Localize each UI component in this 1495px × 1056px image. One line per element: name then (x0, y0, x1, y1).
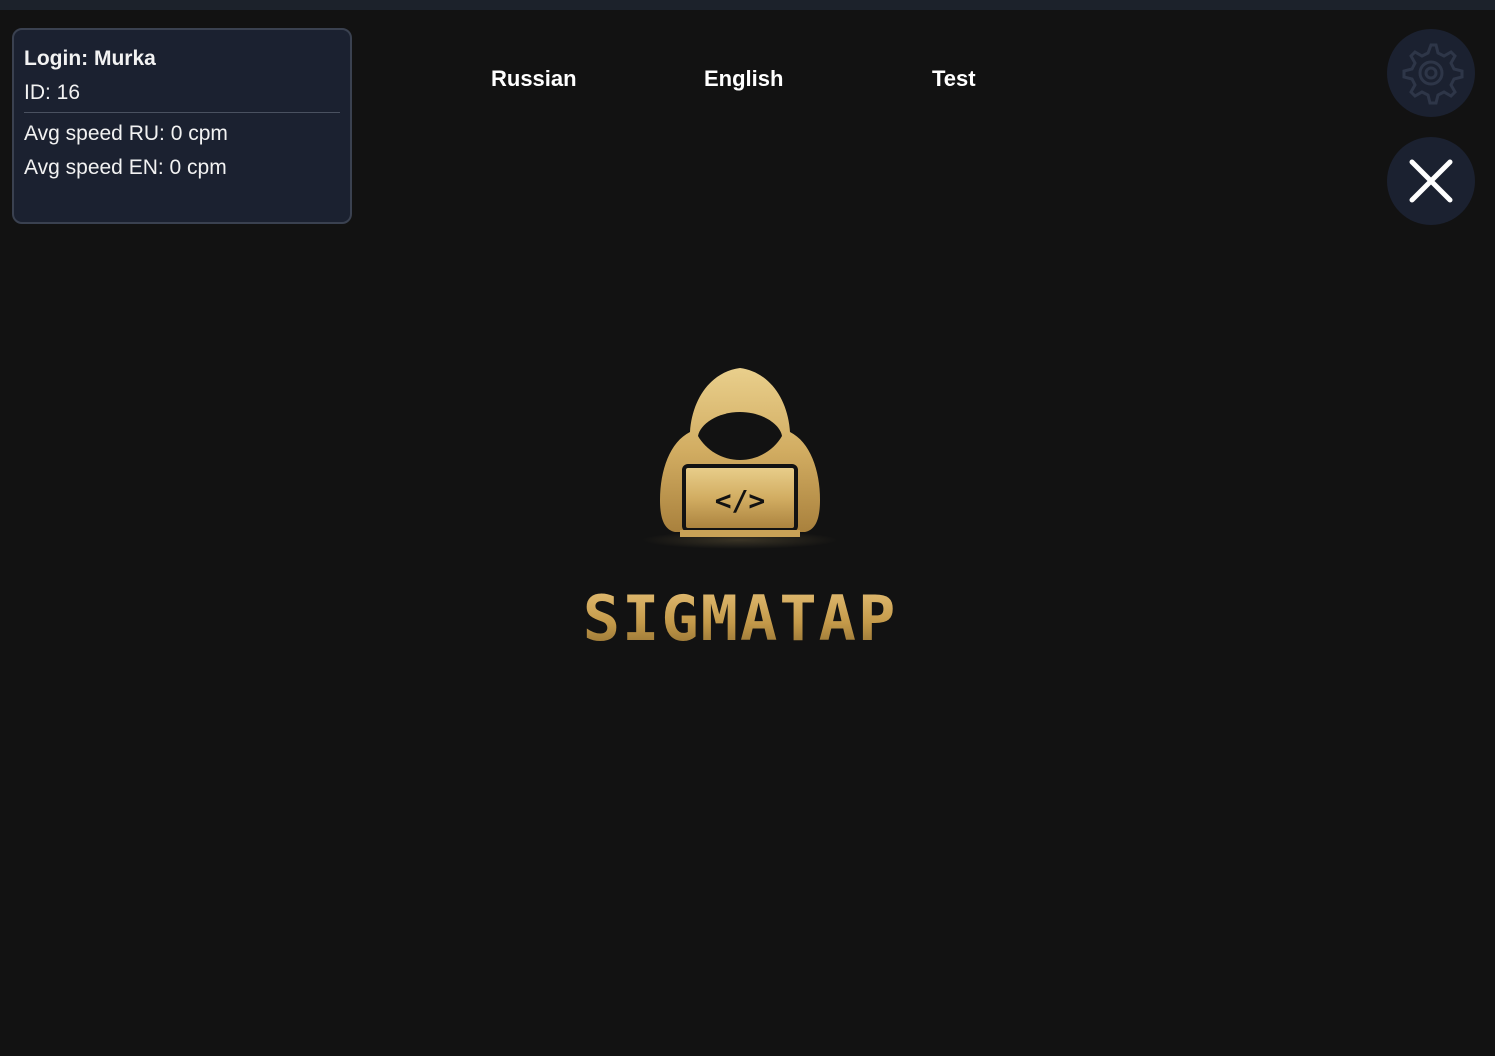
settings-button[interactable] (1387, 29, 1475, 117)
close-button[interactable] (1387, 137, 1475, 225)
nav-test[interactable]: Test (932, 60, 976, 98)
nav-russian[interactable]: Russian (491, 60, 577, 98)
profile-card: Login: Murka ID: 16 Avg speed RU: 0 cpm … (12, 28, 352, 224)
language-nav: Russian English Test (0, 60, 1495, 100)
nav-english[interactable]: English (704, 60, 783, 98)
close-icon (1409, 159, 1453, 203)
hooded-coder-icon: </> (642, 368, 838, 549)
profile-divider (24, 112, 340, 113)
avg-speed-en-label: Avg speed EN: 0 cpm (24, 156, 227, 179)
code-symbol: </> (715, 484, 766, 517)
gear-icon (1402, 43, 1464, 105)
logo-text: SIGMATAP (540, 582, 940, 655)
top-bar (0, 0, 1495, 10)
sigmatap-logo: </> SIGMATAP (540, 360, 940, 660)
avg-speed-ru-label: Avg speed RU: 0 cpm (24, 122, 228, 145)
